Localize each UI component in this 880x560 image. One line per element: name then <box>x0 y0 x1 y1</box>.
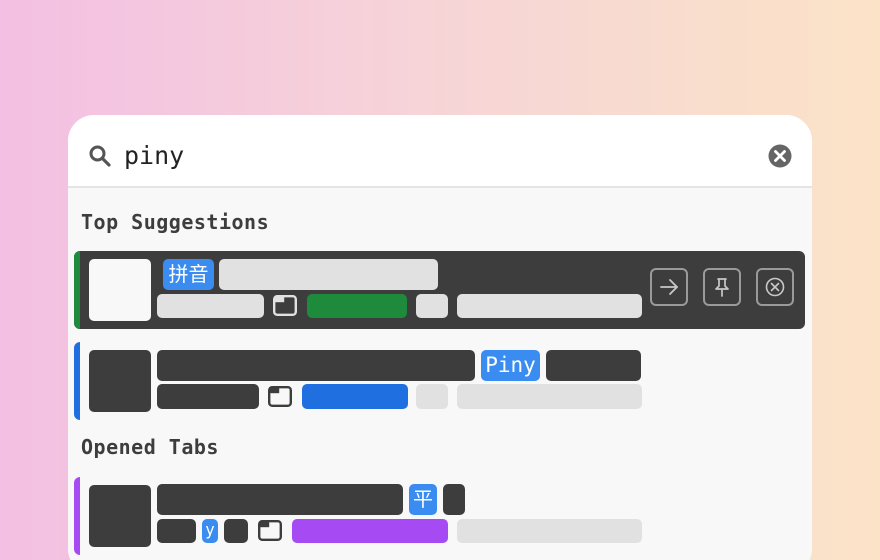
redacted-url <box>457 294 642 318</box>
redacted-domain <box>157 519 196 543</box>
match-highlight: Piny <box>481 350 540 381</box>
pin-icon <box>715 278 729 297</box>
group-badge <box>292 519 448 543</box>
redacted-meta <box>416 294 448 318</box>
close-tab-button[interactable] <box>756 268 794 306</box>
result-favicon <box>89 259 151 321</box>
group-badge <box>307 294 407 318</box>
pin-button[interactable] <box>703 268 741 306</box>
redacted-domain-rest <box>224 519 248 543</box>
redacted-meta <box>416 384 448 409</box>
redacted-title <box>157 484 403 515</box>
match-highlight-secondary: y <box>202 519 218 543</box>
redacted-title-rest <box>546 350 641 381</box>
redacted-url <box>457 384 642 409</box>
search-icon <box>89 145 111 167</box>
clear-search-icon[interactable] <box>768 144 792 168</box>
result-favicon <box>89 350 151 412</box>
redacted-title-rest <box>443 484 465 515</box>
close-circle-icon <box>765 277 785 297</box>
window-icon <box>273 295 297 316</box>
arrow-right-icon <box>660 279 678 295</box>
result-accent-bar <box>74 251 80 329</box>
result-accent-bar <box>74 477 80 555</box>
group-badge <box>302 384 408 409</box>
result-row[interactable]: 平 y <box>74 477 805 555</box>
redacted-url <box>457 519 642 543</box>
window-icon <box>258 520 282 541</box>
result-accent-bar <box>74 342 80 420</box>
search-input[interactable]: piny <box>124 141 184 171</box>
search-bar[interactable]: piny <box>68 115 812 188</box>
redacted-domain <box>157 294 264 318</box>
redacted-title <box>157 350 475 381</box>
match-highlight: 拼音 <box>163 259 214 290</box>
open-button[interactable] <box>650 268 688 306</box>
redacted-domain <box>157 384 259 409</box>
section-title-top-suggestions: Top Suggestions <box>81 210 270 234</box>
result-row[interactable]: Piny <box>74 342 805 420</box>
section-title-opened-tabs: Opened Tabs <box>81 435 219 459</box>
window-icon <box>268 386 292 407</box>
result-favicon <box>89 485 151 547</box>
result-row-selected[interactable]: 拼音 <box>74 251 805 329</box>
match-highlight: 平 <box>409 484 437 515</box>
search-popup: piny Top Suggestions 拼音 Piny Opened Tabs… <box>68 115 812 560</box>
redacted-title <box>219 259 438 290</box>
